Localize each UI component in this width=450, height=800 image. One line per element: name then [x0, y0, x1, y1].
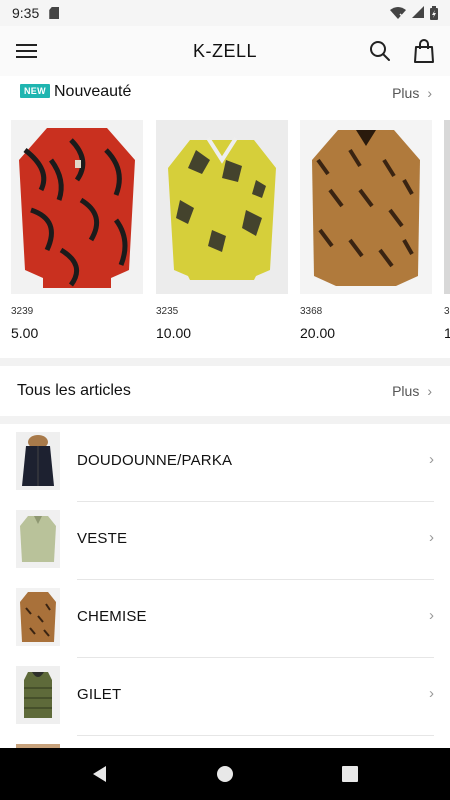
shopping-bag-icon[interactable]: [412, 38, 436, 64]
product-image[interactable]: [11, 120, 143, 294]
home-icon[interactable]: [216, 764, 234, 789]
all-articles-more-link[interactable]: Plus ›: [392, 383, 432, 399]
more-label: Plus: [392, 383, 420, 399]
category-label: VESTE: [77, 530, 128, 547]
new-arrivals-header: NEW Nouveauté Plus ›: [0, 76, 450, 110]
category-thumbnail: [16, 588, 60, 646]
product-ref: 3368: [300, 306, 323, 317]
category-row[interactable]: CHEMISE ›: [0, 580, 450, 658]
all-articles-title: Tous les articles: [17, 382, 131, 399]
hamburger-menu-icon[interactable]: [14, 39, 40, 63]
sd-card-icon: [49, 7, 60, 19]
product-card[interactable]: 3235 10.00: [156, 120, 288, 341]
section-divider: [0, 416, 450, 424]
new-arrivals-section: NEW Nouveauté Plus › 3239 5.00 3235 10.0…: [0, 76, 450, 358]
signal-icon: [412, 5, 424, 21]
product-price: 1: [444, 325, 450, 341]
product-image[interactable]: [300, 120, 432, 294]
back-icon[interactable]: [90, 764, 108, 789]
product-image[interactable]: [444, 120, 450, 294]
recents-icon[interactable]: [341, 764, 359, 789]
app-bar: K-ZELL: [0, 26, 450, 76]
system-navigation-bar: [0, 748, 450, 800]
chevron-right-icon: ›: [429, 529, 434, 546]
category-thumbnail: [16, 510, 60, 568]
chevron-right-icon: ›: [429, 451, 434, 468]
product-ref: 3239: [11, 306, 34, 317]
category-row[interactable]: VESTE ›: [0, 502, 450, 580]
category-row[interactable]: DOUDOUNNE/PARKA ›: [0, 424, 450, 502]
category-row[interactable]: GILET ›: [0, 658, 450, 736]
category-label: CHEMISE: [77, 608, 147, 625]
new-arrivals-title: Nouveauté: [54, 83, 132, 100]
search-icon[interactable]: [368, 39, 392, 63]
category-list: DOUDOUNNE/PARKA › VESTE › CHEMISE › GILE…: [0, 424, 450, 748]
category-thumbnail: [16, 666, 60, 724]
product-price: 10.00: [156, 325, 192, 341]
category-label: DOUDOUNNE/PARKA: [77, 452, 233, 469]
product-card[interactable]: 3 1: [444, 120, 450, 341]
wifi-icon: [390, 7, 406, 19]
all-articles-header: Tous les articles Plus ›: [0, 366, 450, 416]
new-products-carousel[interactable]: 3239 5.00 3235 10.00 3368 20.00 3 1: [0, 120, 450, 350]
product-ref: 3: [444, 306, 450, 317]
chevron-right-icon: ›: [427, 383, 432, 399]
status-bar: 9:35: [0, 0, 450, 26]
chevron-right-icon: ›: [427, 85, 432, 101]
product-image[interactable]: [156, 120, 288, 294]
category-row[interactable]: [0, 736, 450, 748]
chevron-right-icon: ›: [429, 607, 434, 624]
product-card[interactable]: 3239 5.00: [11, 120, 143, 341]
status-time: 9:35: [12, 5, 40, 21]
battery-icon: [430, 6, 438, 20]
more-label: Plus: [392, 85, 420, 101]
product-ref: 3235: [156, 306, 179, 317]
category-label: GILET: [77, 686, 122, 703]
product-price: 20.00: [300, 325, 336, 341]
product-price: 5.00: [11, 325, 39, 341]
product-card[interactable]: 3368 20.00: [300, 120, 432, 341]
new-badge: NEW: [20, 84, 50, 98]
section-divider: [0, 358, 450, 366]
chevron-right-icon: ›: [429, 685, 434, 702]
new-arrivals-more-link[interactable]: Plus ›: [392, 85, 432, 101]
category-thumbnail: [16, 432, 60, 490]
